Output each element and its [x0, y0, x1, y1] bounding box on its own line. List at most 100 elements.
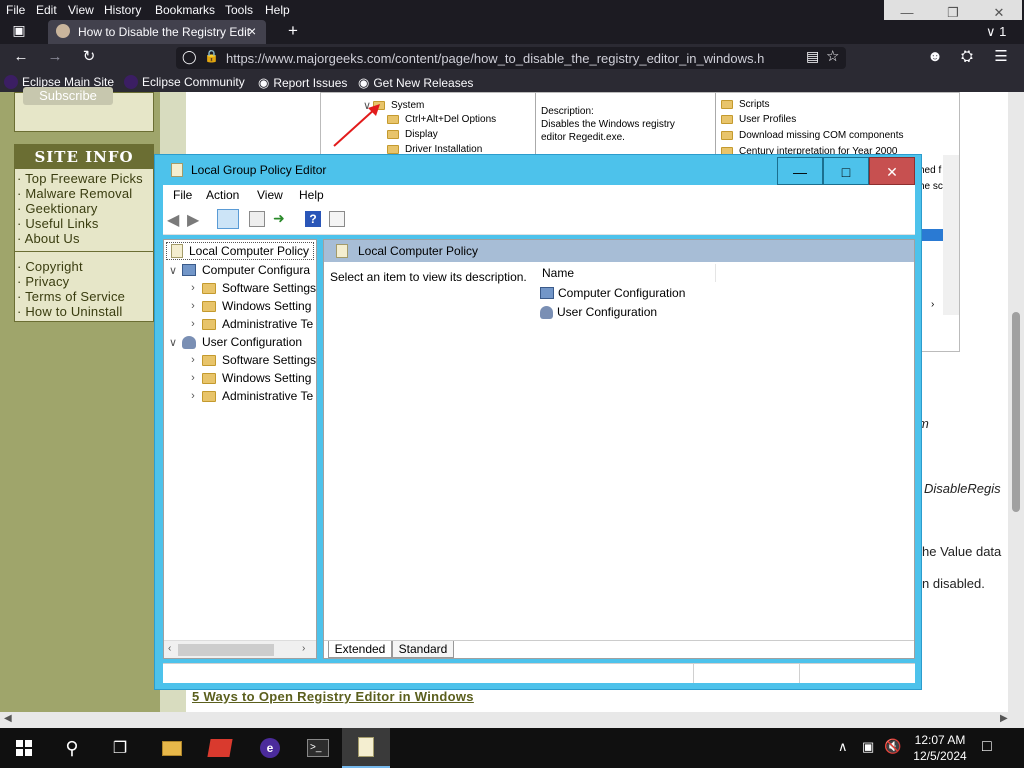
start-button[interactable]: [0, 728, 48, 768]
chevron-down-icon[interactable]: ∨: [164, 264, 182, 277]
hamburger-menu-icon[interactable]: ☰: [990, 47, 1012, 65]
help-icon[interactable]: ?: [305, 211, 321, 227]
back-arrow-icon[interactable]: ←: [10, 48, 32, 65]
site-link[interactable]: · Terms of Service: [17, 289, 125, 304]
site-link[interactable]: · Privacy: [17, 274, 125, 289]
menu-tools[interactable]: Tools: [225, 3, 253, 17]
taskbar-app-eclipse[interactable]: e: [246, 728, 294, 768]
tab-extended[interactable]: Extended: [328, 641, 392, 658]
url-text: https://www.majorgeeks.com/content/page/…: [226, 51, 765, 66]
gpo-close-button[interactable]: ✕: [869, 157, 915, 185]
chevron-right-icon[interactable]: ›: [184, 390, 202, 402]
taskbar-app-terminal[interactable]: >_: [294, 728, 342, 768]
computer-icon: [540, 287, 554, 299]
page-horizontal-scrollbar[interactable]: ◀ ▶: [0, 712, 1024, 728]
bookmark-star-icon[interactable]: ☆: [826, 47, 839, 65]
gpo-menu-help[interactable]: Help: [299, 188, 324, 202]
search-button[interactable]: ⚲: [48, 728, 96, 768]
menu-file[interactable]: File: [6, 3, 25, 17]
task-view-button[interactable]: ❐: [96, 728, 144, 768]
volume-muted-icon[interactable]: 🔇: [884, 738, 901, 755]
url-bar[interactable]: ◯ 🔒 https://www.majorgeeks.com/content/p…: [176, 47, 846, 69]
bookmark-eclipse-community[interactable]: Eclipse Community: [124, 75, 245, 89]
extensions-icon[interactable]: ⛭: [956, 48, 978, 65]
chevron-up-icon[interactable]: ∧: [838, 739, 848, 755]
gpo-title-bar[interactable]: Local Group Policy Editor — □ ✕: [155, 155, 921, 185]
tab-list-icon[interactable]: ▣: [8, 22, 30, 39]
scroll-right-icon[interactable]: ›: [302, 643, 305, 654]
notifications-icon[interactable]: □: [982, 738, 992, 756]
chevron-right-icon[interactable]: ›: [184, 282, 202, 294]
account-icon[interactable]: ☻: [924, 48, 946, 65]
reload-icon[interactable]: ↻: [78, 47, 100, 65]
tree-label: Administrative Te: [222, 317, 314, 331]
tab-overflow-indicator[interactable]: ∨ 1: [986, 24, 1006, 40]
list-item-user-configuration[interactable]: User Configuration: [540, 305, 657, 319]
tree-item-administrative-templates[interactable]: › Administrative Te: [184, 387, 313, 405]
active-tab[interactable]: How to Disable the Registry Edit ×: [48, 20, 266, 44]
policy-scroll-icon: [358, 737, 374, 757]
gpo-minimize-button[interactable]: —: [777, 157, 823, 185]
menu-history[interactable]: History: [104, 3, 141, 17]
menu-help[interactable]: Help: [265, 3, 290, 17]
tree-item-computer-configuration[interactable]: ∨ Computer Configura: [164, 261, 310, 279]
site-link[interactable]: · Useful Links: [17, 216, 143, 231]
menu-bookmarks[interactable]: Bookmarks: [155, 3, 215, 17]
column-header-name[interactable]: Name: [536, 264, 716, 282]
menu-view[interactable]: View: [68, 3, 94, 17]
tree-item-windows-settings[interactable]: › Windows Setting: [184, 369, 311, 387]
menu-edit[interactable]: Edit: [36, 3, 57, 17]
subscribe-button[interactable]: Subscribe: [23, 87, 113, 105]
scrollbar-thumb[interactable]: [178, 644, 274, 656]
bookmark-report-issues[interactable]: ◉ Report Issues: [258, 75, 347, 91]
bookmark-get-new-releases[interactable]: ◉ Get New Releases: [358, 75, 473, 91]
site-link[interactable]: · Malware Removal: [17, 186, 143, 201]
user-icon: [182, 335, 196, 349]
scrollbar-thumb[interactable]: [1012, 312, 1020, 512]
site-link[interactable]: · How to Uninstall: [17, 304, 125, 319]
tree-item-user-configuration[interactable]: ∨ User Configuration: [164, 333, 302, 351]
properties-icon[interactable]: [249, 211, 265, 227]
related-article-link[interactable]: 5 Ways to Open Registry Editor in Window…: [192, 689, 474, 704]
gpo-menu-action[interactable]: Action: [206, 188, 239, 202]
gpo-menu-file[interactable]: File: [173, 188, 192, 202]
page-vertical-scrollbar[interactable]: [1008, 92, 1024, 712]
site-links-group-2: · Copyright · Privacy · Terms of Service…: [17, 259, 125, 319]
gpo-menu-view[interactable]: View: [257, 188, 283, 202]
new-tab-button[interactable]: +: [282, 21, 304, 41]
site-link[interactable]: · Geektionary: [17, 201, 143, 216]
tree-item-local-computer-policy[interactable]: Local Computer Policy: [166, 242, 315, 260]
chevron-right-icon[interactable]: ›: [184, 354, 202, 366]
export-list-icon[interactable]: ➜: [273, 210, 285, 227]
tree-item-software-settings[interactable]: › Software Settings: [184, 279, 316, 297]
list-item-computer-configuration[interactable]: Computer Configuration: [540, 286, 685, 300]
chevron-right-icon[interactable]: ›: [184, 318, 202, 330]
site-link[interactable]: · Copyright: [17, 259, 125, 274]
site-link[interactable]: · Top Freeware Picks: [17, 171, 143, 186]
tree-item-administrative-templates[interactable]: › Administrative Te: [184, 315, 313, 333]
taskbar-app-gpedit[interactable]: [342, 728, 390, 768]
chevron-down-icon[interactable]: ∨: [164, 336, 182, 349]
tab-close-icon[interactable]: ×: [248, 23, 256, 39]
forward-arrow-icon[interactable]: →: [44, 48, 66, 65]
reader-view-icon[interactable]: ▤: [806, 48, 819, 65]
file-explorer-button[interactable]: [148, 728, 196, 768]
back-icon[interactable]: ◀: [167, 210, 179, 230]
scroll-left-icon[interactable]: ‹: [168, 643, 171, 654]
chevron-right-icon[interactable]: ›: [184, 300, 202, 312]
clock[interactable]: 12:07 AM 12/5/2024: [908, 732, 972, 764]
filter-icon[interactable]: [329, 211, 345, 227]
taskbar-app-red[interactable]: [196, 728, 244, 768]
show-hide-tree-icon[interactable]: [217, 209, 239, 229]
tab-standard[interactable]: Standard: [392, 641, 454, 658]
network-icon[interactable]: ▣: [862, 739, 874, 755]
site-link[interactable]: · About Us: [17, 231, 143, 246]
tree-horizontal-scrollbar[interactable]: ‹ ›: [164, 640, 316, 658]
scroll-left-icon[interactable]: ◀: [4, 713, 12, 724]
tree-item-windows-settings[interactable]: › Windows Setting: [184, 297, 311, 315]
tree-item-software-settings[interactable]: › Software Settings: [184, 351, 316, 369]
scroll-right-icon[interactable]: ▶: [1000, 713, 1008, 724]
chevron-right-icon[interactable]: ›: [184, 372, 202, 384]
forward-icon[interactable]: ▶: [187, 210, 199, 230]
gpo-maximize-button[interactable]: □: [823, 157, 869, 185]
